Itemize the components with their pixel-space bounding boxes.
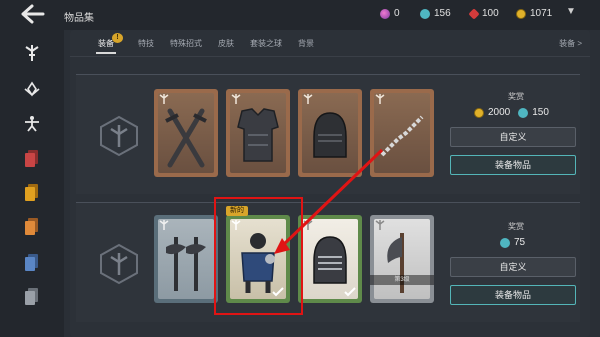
annotation-arrow-icon: [274, 148, 384, 254]
